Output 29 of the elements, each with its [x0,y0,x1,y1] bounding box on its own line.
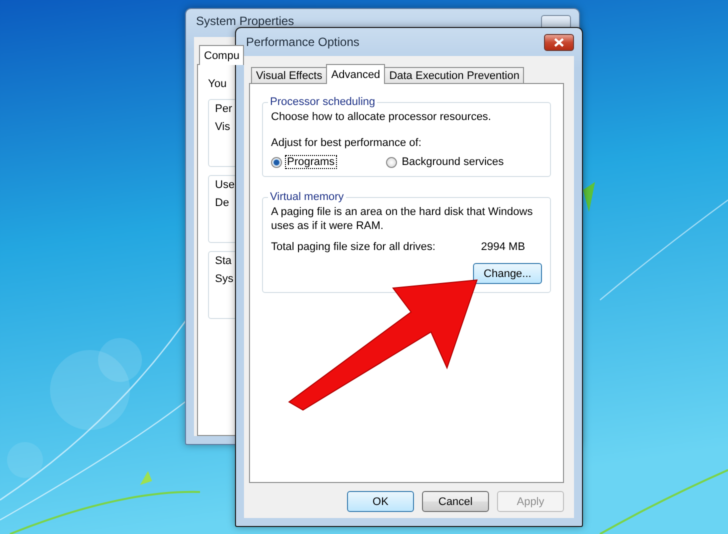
total-value: 2994 MB [481,241,526,253]
group-label: Sta [215,254,232,268]
radio-label[interactable]: Programs [286,156,336,168]
total-label: Total paging file size for all drives: [271,241,436,253]
tab[interactable]: Advanced [326,64,386,84]
window-title: System Properties [195,14,294,28]
tab[interactable]: Compu [199,45,244,65]
intro-text: You [208,77,227,91]
description-text: Choose how to allocate processor resources. [271,110,492,124]
prompt-text: Adjust for best performance of: [271,136,422,150]
radio-button[interactable] [271,156,282,168]
radio-button[interactable] [386,156,397,168]
group-label: Use [215,178,235,192]
group-text: De [215,196,230,210]
close-icon [554,38,564,46]
group-text: Sys [215,272,234,286]
group-label: Processor scheduling [269,96,376,108]
change-button[interactable]: Change... [473,263,542,284]
description-text: A paging file is an area on the hard disk that Windows uses as if it were RAM. [271,205,534,233]
tab[interactable]: Data Execution Prevention [384,67,524,84]
group-label: Virtual memory [269,191,345,203]
window-title: Performance Options [245,35,360,49]
close-button[interactable] [544,34,574,50]
dialog-button[interactable]: OK [347,491,414,512]
dialog-button[interactable]: Cancel [422,491,489,512]
group-text: Vis [215,120,230,134]
group-label: Per [215,102,232,116]
tab[interactable]: Visual Effects [251,67,328,84]
radio-label[interactable]: Background services [400,156,505,168]
